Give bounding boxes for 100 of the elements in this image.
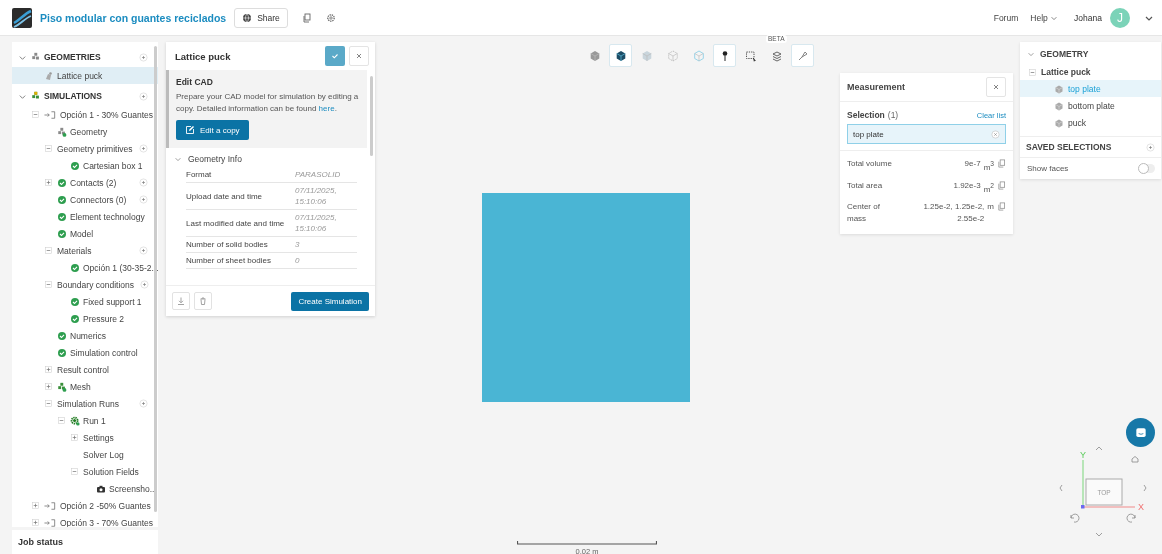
collapse-icon[interactable] [44, 399, 53, 408]
trash-icon [198, 296, 208, 306]
tree-item[interactable]: Screensho... [12, 480, 158, 497]
check-circle-icon [57, 228, 67, 239]
job-status-panel[interactable]: Job status [12, 530, 158, 554]
close-button[interactable] [986, 77, 1006, 97]
tree-item[interactable]: Geometry [12, 123, 158, 140]
collapse-icon[interactable] [70, 467, 79, 476]
add-icon[interactable] [139, 399, 148, 408]
view-tool-button[interactable] [713, 44, 736, 67]
remove-icon[interactable] [991, 129, 1000, 139]
edit-copy-button[interactable]: Edit a copy [176, 120, 249, 140]
tree-item[interactable]: Connectors (0) [12, 191, 158, 208]
collapse-icon[interactable] [57, 416, 66, 425]
tree-item[interactable]: Simulation control [12, 344, 158, 361]
part-item[interactable]: puck [1020, 114, 1161, 131]
tree-item[interactable]: Fixed support 1 [12, 293, 158, 310]
share-button[interactable]: Share [234, 7, 288, 28]
tree-item[interactable]: Solver Log [12, 446, 158, 463]
measure-value: 1.92e-3 [953, 179, 981, 192]
cubes-icon [31, 91, 41, 101]
tree-item[interactable]: Cartesian box 1 [12, 157, 158, 174]
tree-item[interactable]: Geometry primitives [12, 140, 158, 157]
settings-icon[interactable] [325, 12, 336, 23]
copy-icon[interactable] [301, 12, 312, 23]
help-menu[interactable]: Help [1030, 12, 1059, 23]
create-simulation-button[interactable]: Create Simulation [291, 291, 369, 311]
copy-icon[interactable] [997, 202, 1006, 212]
copy-icon[interactable] [997, 180, 1006, 190]
cube-icon [588, 49, 601, 62]
y-axis-label: Y [1080, 450, 1086, 460]
login-icon [44, 500, 57, 511]
view-tool-button[interactable] [609, 44, 632, 67]
expand-icon[interactable] [44, 382, 53, 391]
tree-item[interactable]: Materials [12, 242, 158, 259]
collapse-icon [1028, 67, 1037, 77]
tree-item[interactable]: Result control [12, 361, 158, 378]
box-select-icon [744, 49, 757, 62]
tree-item[interactable]: Pressure 2 [12, 310, 158, 327]
show-faces-toggle[interactable] [1139, 164, 1155, 173]
tree-item[interactable]: Element technology [12, 208, 158, 225]
cube-icon [1054, 83, 1064, 94]
collapse-icon[interactable] [44, 144, 53, 153]
info-label: Upload date and time [186, 191, 264, 201]
cube-icon [640, 49, 653, 62]
tree-item[interactable]: GEOMETRIES [12, 47, 158, 67]
help-link[interactable]: here [318, 104, 335, 113]
collapse-icon[interactable] [31, 110, 40, 119]
part-item[interactable]: bottom plate [1020, 97, 1161, 114]
tree-item[interactable]: Solution Fields [12, 463, 158, 480]
tree-item[interactable]: Settings [12, 429, 158, 446]
expand-icon[interactable] [70, 433, 79, 442]
download-button[interactable] [172, 292, 190, 310]
tree-item[interactable]: Run 1 [12, 412, 158, 429]
project-title[interactable]: Piso modular con guantes reciclados [40, 11, 227, 24]
collapse-icon[interactable] [44, 280, 53, 289]
expand-icon[interactable] [44, 365, 53, 374]
collapse-icon[interactable] [44, 246, 53, 255]
delete-button[interactable] [194, 292, 212, 310]
expand-icon[interactable] [31, 518, 40, 527]
tree-item[interactable]: Lattice puck [1020, 64, 1161, 80]
cube-icon [1054, 100, 1064, 111]
geometry-info-toggle[interactable]: Geometry Info [166, 148, 367, 167]
tree-item[interactable]: Mesh [12, 378, 158, 395]
chat-button[interactable] [1126, 418, 1155, 447]
expand-icon[interactable] [31, 501, 40, 510]
tree-item[interactable]: SIMULATIONS [12, 86, 158, 106]
expand-icon[interactable] [44, 178, 53, 187]
add-icon[interactable] [139, 91, 148, 101]
selection-count: (1) [887, 110, 899, 120]
check-circle-icon [57, 330, 67, 341]
tree-item[interactable]: Lattice puck [12, 67, 158, 84]
tree-item[interactable]: Model [12, 225, 158, 242]
selected-item-field[interactable]: top plate [847, 124, 1006, 144]
tree-item[interactable]: Opción 1 - 30% Guantes [12, 106, 158, 123]
tree-item[interactable]: Opción 1 (30-35-2... [12, 259, 158, 276]
user-name[interactable]: Johana [1074, 12, 1102, 23]
tree-item[interactable]: Contacts (2) [12, 174, 158, 191]
chat-icon [1133, 425, 1148, 440]
tree-item[interactable]: Opción 2 -50% Guantes [12, 497, 158, 514]
add-icon[interactable] [139, 52, 148, 62]
tree-item[interactable]: Opción 3 - 70% Guantes [12, 514, 158, 527]
confirm-button[interactable] [325, 46, 345, 66]
add-icon[interactable] [140, 280, 150, 289]
close-button[interactable] [349, 46, 369, 66]
copy-icon[interactable] [997, 159, 1006, 168]
add-icon[interactable] [1146, 142, 1155, 152]
tree-item[interactable]: Simulation Runs [12, 395, 158, 412]
geometry-header[interactable]: GEOMETRY [1020, 42, 1161, 64]
measure-unit: m$^{2}$ [983, 180, 994, 196]
add-icon[interactable] [139, 195, 148, 204]
info-value: PARASOLID [295, 169, 342, 180]
add-icon[interactable] [139, 178, 148, 187]
tree-item[interactable]: Boundary conditions [12, 276, 158, 293]
panel-title: Measurement [847, 82, 907, 92]
add-icon[interactable] [139, 144, 148, 153]
section-title: Edit CAD [176, 77, 214, 87]
tree-item[interactable]: Numerics [12, 327, 158, 344]
add-icon[interactable] [139, 246, 148, 255]
forum-link[interactable]: Forum [993, 12, 1019, 23]
